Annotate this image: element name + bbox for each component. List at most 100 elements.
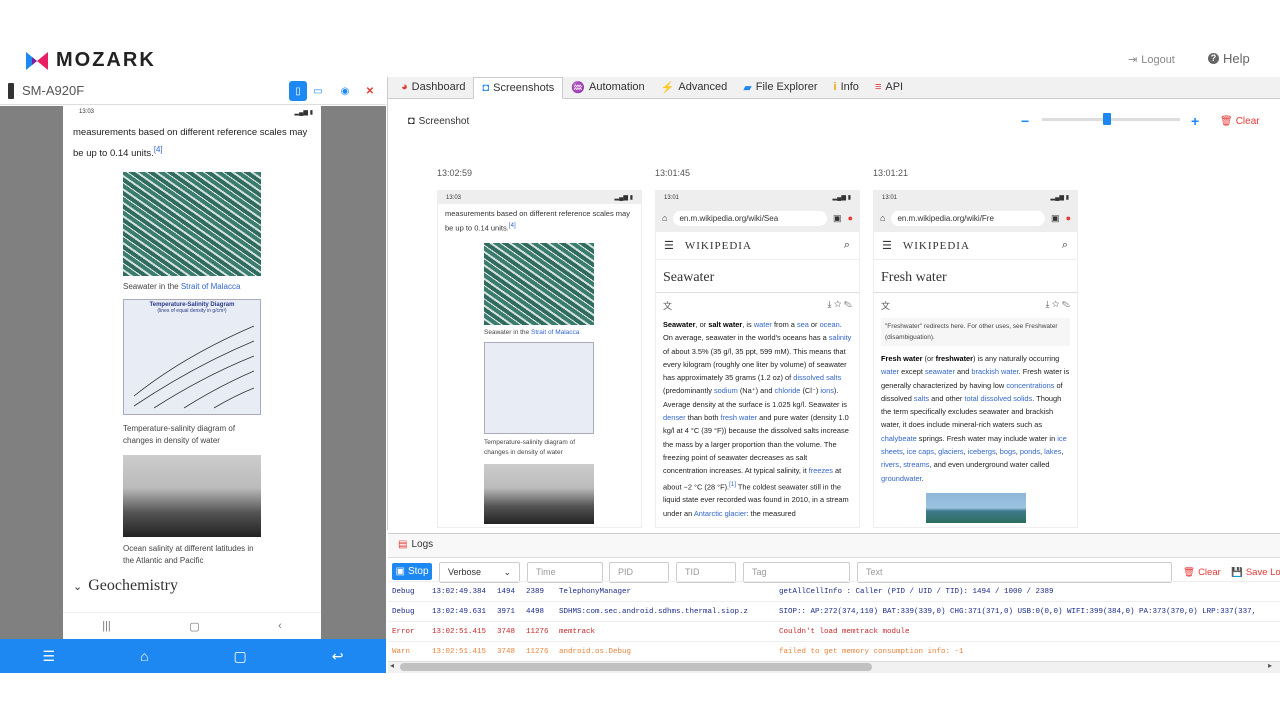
page-actions-icon: ⤓ ☆ ✎	[827, 299, 852, 309]
camera-icon: ◘	[408, 115, 415, 127]
tab-screenshots[interactable]: ◘ Screenshots	[473, 77, 564, 99]
screenshot-thumb[interactable]: 13:03 ▂▄▆ ▮ measurements based on differe…	[437, 190, 642, 528]
info-icon: i	[833, 81, 837, 93]
screenshot-thumb[interactable]: 13:01 ▂▄▆ ▮ ⌂ en.m.wikipedia.org/wiki/Fre ▣…	[873, 190, 1078, 528]
camera-icon: ◘	[482, 82, 490, 94]
shot-time: 13:01:45	[655, 168, 691, 178]
back-chevron-icon[interactable]: ‹	[278, 620, 282, 632]
main-tabs: ◕ Dashboard ◘ Screenshots ♒ Automation ⚡ Adv…	[388, 77, 1280, 99]
time-filter[interactable]: Time	[527, 562, 603, 583]
save-icon: 💾	[1231, 567, 1243, 578]
device-screen[interactable]: 13:03 ▂▄▆ ▮ measurements based on differ…	[63, 106, 321, 639]
log-level-select[interactable]: Verbose ⌄	[439, 562, 520, 583]
brand-logo: MOZARK	[26, 49, 156, 72]
home-icon: ⌂	[880, 213, 886, 223]
mozark-logo-icon	[26, 51, 48, 70]
close-icon[interactable]: ✕	[361, 81, 379, 101]
tabs-icon: ▣	[1051, 212, 1060, 223]
tabs-icon: ▣	[833, 212, 842, 223]
log-time: 13:02:51.415	[432, 627, 487, 636]
logs-header	[388, 533, 1280, 558]
lake-image	[926, 492, 1026, 523]
clear-screenshots-button[interactable]: 🗑 Clear	[1220, 116, 1260, 127]
caption-seawater: Seawater in the Strait of Malacca	[123, 282, 241, 292]
save-log-button[interactable]: 💾Save Log	[1231, 567, 1280, 578]
menu-icon[interactable]: ☰	[43, 648, 56, 665]
pid-filter[interactable]: PID	[609, 562, 669, 583]
log-time: 13:02:49.384	[432, 587, 487, 596]
home-icon: ⌂	[662, 213, 668, 223]
log-tid: 11276	[526, 627, 549, 636]
screenshot-thumb[interactable]: 13:01 ▂▄▆ ▮ ⌂ en.m.wikipedia.org/wiki/Sea ▣…	[655, 190, 860, 528]
log-row[interactable]: Error 13:02:51.415 3748 11276 memtrack Couldn…	[388, 621, 1280, 641]
log-pid: 3748	[497, 647, 516, 656]
recents-icon[interactable]: |||	[102, 620, 111, 632]
text-filter[interactable]: Text	[857, 562, 1172, 583]
log-tid: 11276	[526, 647, 549, 656]
scroll-left-icon[interactable]: ◂	[390, 661, 394, 670]
tid-filter[interactable]: TID	[676, 562, 736, 583]
back-icon[interactable]: ↩	[332, 648, 344, 665]
landscape-button[interactable]: ▭	[309, 81, 327, 101]
help-link[interactable]: ? Help	[1208, 51, 1250, 66]
screenshot-button[interactable]: ◘ Screenshot	[408, 115, 469, 127]
seawater-image[interactable]	[123, 172, 261, 277]
article-text: measurements based on different referenc…	[73, 127, 308, 160]
device-control-bar: ☰ ⌂ ▢ ↩	[0, 639, 386, 673]
log-icon: ▤	[398, 539, 408, 550]
tab-api[interactable]: ≡ API	[867, 76, 911, 98]
square-icon[interactable]: ▢	[234, 648, 247, 665]
home-icon[interactable]: ⌂	[140, 648, 148, 664]
log-msg: getAllCellInfo : Caller (PID / UID / TID…	[779, 587, 1054, 596]
log-row[interactable]: Warn 13:02:51.415 3748 11276 android.os.Debu…	[388, 641, 1280, 661]
clear-logs-button[interactable]: 🗑 Clear	[1183, 567, 1221, 578]
chevron-down-icon: ⌄	[73, 580, 83, 593]
logout-link[interactable]: ⇥ Logout	[1128, 53, 1175, 67]
tab-advanced[interactable]: ⚡ Advanced	[653, 76, 736, 98]
log-level: Debug	[392, 587, 415, 596]
zoom-in-button[interactable]: +	[1191, 113, 1199, 129]
log-pid: 3971	[497, 607, 516, 616]
tab-automation[interactable]: ♒ Automation	[563, 76, 652, 98]
menu-icon: ☰	[882, 240, 893, 252]
log-pid: 3748	[497, 627, 516, 636]
dashboard-icon: ◕	[401, 81, 408, 93]
section-geochemistry[interactable]: ⌄ Geochemistry	[73, 577, 321, 595]
chevron-down-icon: ⌄	[503, 567, 511, 577]
ts-diagram-image[interactable]: Temperature-Salinity Diagram (lines of e…	[123, 299, 261, 416]
log-tid: 4498	[526, 607, 545, 616]
log-row[interactable]: Debug 13:02:49.384 1494 2389 TelephonyManage…	[388, 581, 1280, 601]
tag-filter[interactable]: Tag	[743, 562, 850, 583]
brand-name: MOZARK	[56, 49, 156, 71]
stop-button[interactable]: ▣ Stop	[392, 563, 432, 580]
log-level: Warn	[392, 647, 411, 656]
tab-dashboard[interactable]: ◕ Dashboard	[393, 76, 473, 98]
log-row[interactable]: Debug 13:02:49.631 3971 4498 SDHMS:com.sec.a…	[388, 601, 1280, 621]
zoom-slider-handle[interactable]	[1103, 113, 1111, 125]
scrollbar-thumb[interactable]	[400, 663, 872, 671]
help-icon: ?	[1208, 53, 1219, 64]
logs-tab[interactable]: ▤ Logs	[398, 539, 433, 550]
scroll-right-icon[interactable]: ▸	[1268, 661, 1272, 670]
trash-icon: 🗑	[1220, 116, 1233, 127]
tab-info[interactable]: i Info	[826, 76, 867, 98]
ocean-salinity-image[interactable]	[123, 455, 261, 538]
log-tag: android.os.Debug	[559, 647, 632, 656]
zoom-out-button[interactable]: −	[1021, 113, 1029, 129]
log-level: Error	[392, 627, 415, 636]
search-icon: ⌕	[843, 239, 851, 251]
stop-icon: ▣	[395, 566, 405, 577]
logout-icon: ⇥	[1128, 54, 1138, 66]
trash-icon: 🗑	[1183, 567, 1196, 578]
tab-file-explorer[interactable]: ▰ File Explorer	[735, 76, 825, 98]
bolt-icon: ⚡	[660, 81, 675, 94]
zoom-slider[interactable]	[1042, 118, 1180, 121]
home-circle-icon[interactable]: ▢	[189, 620, 199, 633]
view-icon[interactable]: ◉	[336, 81, 354, 101]
caption-ocean: Ocean salinity at different latitudes in…	[123, 544, 254, 566]
log-time: 13:02:51.415	[432, 647, 487, 656]
ocean-salinity-image	[484, 463, 594, 524]
portrait-button[interactable]: ▯	[289, 81, 307, 101]
log-tid: 2389	[526, 587, 545, 596]
log-time: 13:02:49.631	[432, 607, 487, 616]
